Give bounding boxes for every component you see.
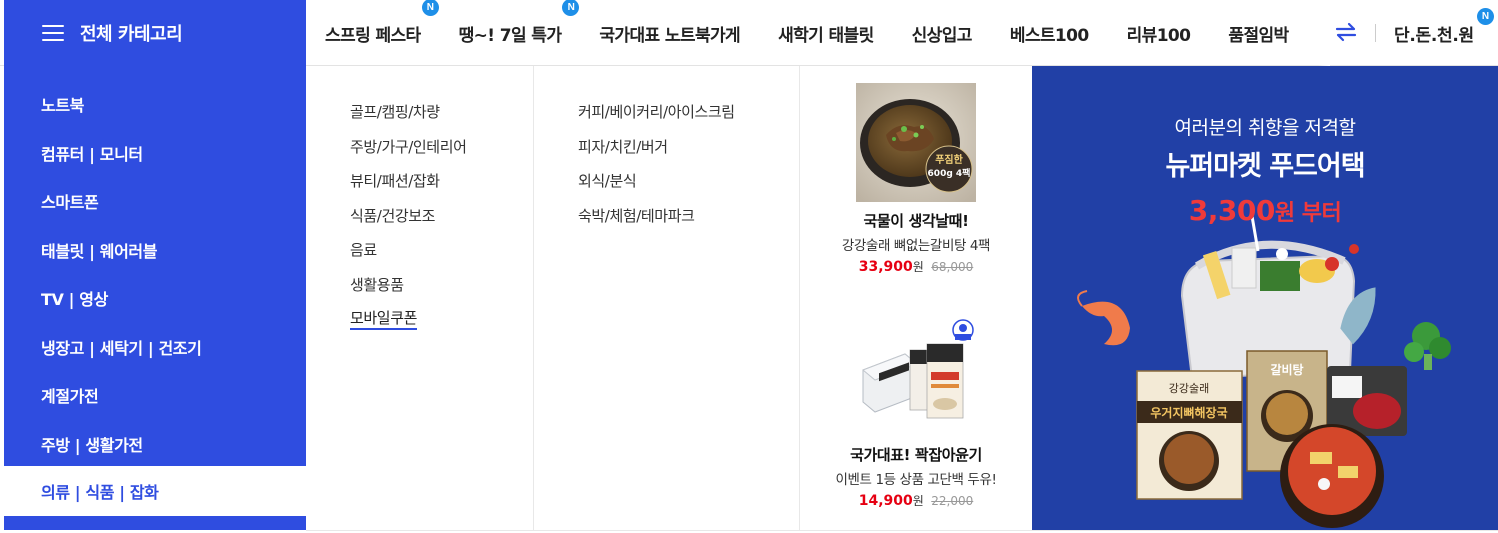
- nav-overflow-fade: [1318, 0, 1330, 66]
- sidebar-item-kitchen-living[interactable]: 주방 | 생활가전: [4, 420, 306, 469]
- nav-item-label: 단.돈.천.원: [1394, 25, 1474, 46]
- currency-unit: 원: [912, 260, 924, 274]
- nav-item-best100[interactable]: 베스트100: [991, 21, 1108, 46]
- product-image-tag-line2: 600g 4팩: [928, 167, 971, 179]
- submenu-item-pizza-chicken-burger[interactable]: 피자/치킨/버거: [578, 136, 799, 171]
- submenu-column-1: 골프/캠핑/차량 주방/가구/인테리어 뷰티/패션/잡화 식품/건강보조 음료 …: [306, 66, 534, 530]
- pack-label-main: 우거지뼈해장국: [1150, 405, 1227, 420]
- submenu-column-2: 커피/베이커리/아이스크림 피자/치킨/버거 외식/분식 숙박/체험/테마파크: [534, 66, 800, 530]
- product-original-price: 68,000: [931, 260, 974, 274]
- nav-item-review100[interactable]: 리뷰100: [1108, 21, 1210, 46]
- sidebar-item-tv-video[interactable]: TV | 영상: [4, 274, 306, 323]
- new-badge: N: [1476, 8, 1494, 25]
- submenu-item-food-health[interactable]: 식품/건강보조: [350, 205, 533, 240]
- global-nav: 스프링 페스타 N 땡~! 7일 특가 N 국가대표 노트북가게 새학기 태블릿…: [306, 0, 1326, 66]
- product-price-row: 14,900원 22,000: [800, 492, 1032, 509]
- currency-unit: 원: [912, 494, 924, 508]
- submenu-item-household[interactable]: 생활용품: [350, 274, 533, 309]
- submenu-item-stay-experience-themepark[interactable]: 숙박/체험/테마파크: [578, 205, 799, 240]
- promo-banner-food-attack[interactable]: 우거지뼈해장국 강강술래 갈비탕 여러분의 취향을 저격할 뉴퍼마켓 푸드어택 …: [1032, 66, 1498, 530]
- nav-item-label: 스프링 페스타: [325, 25, 421, 46]
- nav-item-label: 땡~! 7일 특가: [458, 25, 562, 46]
- hamburger-icon: [42, 25, 64, 41]
- nav-item-spring-festa[interactable]: 스프링 페스타 N: [306, 0, 440, 46]
- submenu-item-beauty-fashion-goods[interactable]: 뷰티/패션/잡화: [350, 170, 533, 205]
- submenu-item-golf-camping-car[interactable]: 골프/캠핑/차량: [350, 101, 533, 136]
- product-description: 이벤트 1등 상품 고단백 두유!: [835, 472, 997, 488]
- pack-label-side: 갈비탕: [1270, 362, 1303, 377]
- submenu-item-coffee-bakery-icecream[interactable]: 커피/베이커리/아이스크림: [578, 101, 799, 136]
- banner-price-value: 3,300: [1188, 194, 1276, 227]
- nav-item-notebook-store[interactable]: 국가대표 노트북가게: [580, 21, 759, 46]
- product-price-row: 33,900원 68,000: [800, 258, 1032, 275]
- nav-item-new-semester-tablet[interactable]: 새학기 태블릿: [759, 21, 893, 46]
- product-original-price: 22,000: [931, 494, 974, 508]
- banner-title: 뉴퍼마켓 푸드어택: [1165, 151, 1365, 182]
- product-card[interactable]: 국가대표! 꽉잡아윤기 이벤트 1등 상품 고단백 두유! 14,900원 22…: [800, 318, 1032, 509]
- nav-item-thousand-won[interactable]: 단.돈.천.원 N: [1394, 0, 1494, 66]
- product-title: 국가대표! 꽉잡아윤기: [850, 446, 982, 464]
- sidebar-item-seasonal-appliance[interactable]: 계절가전: [4, 371, 306, 420]
- product-price: 33,900: [858, 259, 913, 275]
- product-price: 14,900: [858, 493, 913, 509]
- product-description: 강강술래 뼈없는갈비탕 4팩: [841, 238, 991, 254]
- panel-bottom-border: [306, 530, 1498, 531]
- swap-arrows-icon[interactable]: [1334, 20, 1358, 44]
- submenu-item-beverage[interactable]: 음료: [350, 239, 533, 274]
- product-image-soymilk: [855, 318, 977, 430]
- banner-price-suffix: 원 부터: [1274, 201, 1342, 226]
- nav-item-7day-deal[interactable]: 땡~! 7일 특가 N: [440, 0, 581, 46]
- product-title: 국물이 생각날때!: [863, 212, 969, 230]
- sidebar-item-clothing-food-goods[interactable]: 의류 | 식품 | 잡화: [4, 466, 306, 516]
- sidebar-bottom-strip: [4, 516, 306, 530]
- sidebar-item-smartphone[interactable]: 스마트폰: [4, 177, 306, 226]
- submenu-item-dining-snack[interactable]: 외식/분식: [578, 170, 799, 205]
- product-image-galbitang: 푸짐한 600g 4팩: [856, 83, 976, 202]
- product-image-tag-line1: 푸짐한: [935, 153, 963, 166]
- pack-label-brand: 강강술래: [1169, 382, 1209, 395]
- top-navigation-bar: 전체 카테고리 스프링 페스타 N 땡~! 7일 특가 N 국가대표 노트북가게…: [0, 0, 1498, 66]
- nav-item-new-arrivals[interactable]: 신상입고: [893, 21, 991, 46]
- sidebar-item-notebook[interactable]: 노트북: [4, 80, 306, 129]
- sidebar-item-tablet-wearable[interactable]: 태블릿 | 웨어러블: [4, 226, 306, 275]
- new-badge: N: [421, 0, 439, 16]
- nav-divider: [1375, 24, 1376, 42]
- product-card[interactable]: 푸짐한 600g 4팩 국물이 생각날때! 강강술래 뼈없는갈비탕 4팩 33,…: [800, 83, 1032, 275]
- new-badge: N: [562, 0, 580, 16]
- banner-subtitle: 여러분의 취향을 저격할: [1174, 117, 1356, 139]
- nav-item-almost-soldout[interactable]: 품절임박: [1209, 21, 1307, 46]
- submenu-item-kitchen-furniture-interior[interactable]: 주방/가구/인테리어: [350, 136, 533, 171]
- category-sidebar: 노트북 컴퓨터 | 모니터 스마트폰 태블릿 | 웨어러블 TV | 영상 냉장…: [4, 66, 306, 466]
- sidebar-item-computer-monitor[interactable]: 컴퓨터 | 모니터: [4, 129, 306, 178]
- banner-price: 3,300원 부터: [1032, 194, 1498, 227]
- submenu-item-mobile-coupon[interactable]: 모바일쿠폰: [350, 308, 417, 330]
- all-category-label: 전체 카테고리: [80, 24, 183, 45]
- all-category-button[interactable]: 전체 카테고리: [4, 0, 306, 66]
- sidebar-item-fridge-washer-dryer[interactable]: 냉장고 | 세탁기 | 건조기: [4, 323, 306, 372]
- featured-products: 푸짐한 600g 4팩 국물이 생각날때! 강강술래 뼈없는갈비탕 4팩 33,…: [800, 66, 1032, 530]
